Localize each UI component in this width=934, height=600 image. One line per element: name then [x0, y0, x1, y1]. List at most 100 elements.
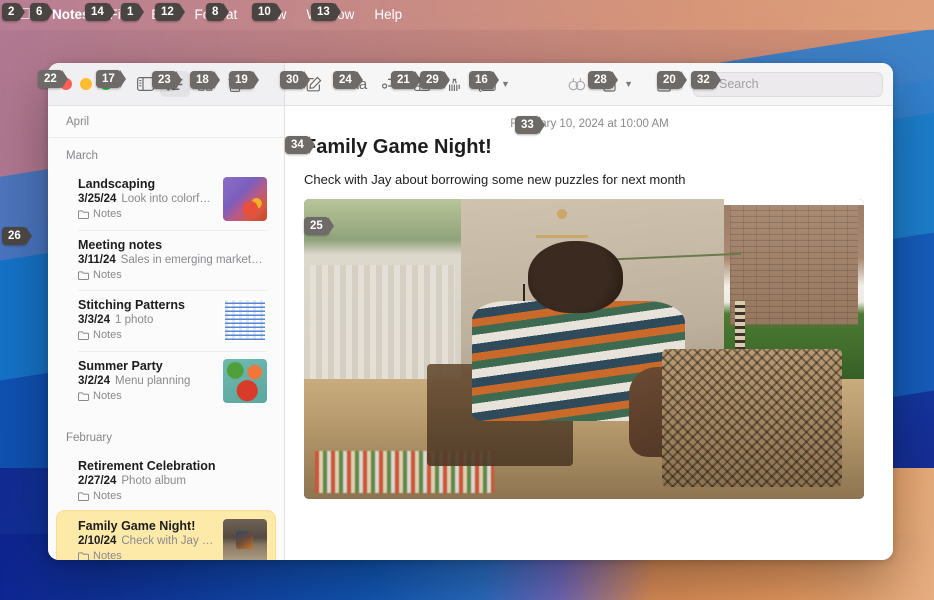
note-preview: 1 photo [114, 314, 154, 326]
note-title: Meeting notes [78, 238, 163, 252]
notes-window: Aa [48, 63, 893, 560]
note-folder-label: Notes [93, 550, 122, 560]
annotation-badge-33: 33 [515, 116, 545, 134]
note-preview: Photo album [121, 475, 186, 487]
note-date: 2/27/24 [78, 475, 117, 487]
note-subtitle: 3/11/24 Sales in emerging markets… [78, 254, 267, 266]
annotation-badge-32: 32 [691, 71, 721, 89]
annotation-badge-14: 14 [85, 3, 115, 21]
annotation-badge-25: 25 [304, 217, 334, 235]
month-header-february: February [66, 432, 113, 444]
annotation-badge-8: 8 [206, 3, 230, 21]
note-date: 3/11/24 [78, 254, 116, 266]
note-item-text: Meeting notes 3/11/24 Sales in emerging m… [78, 238, 267, 281]
folder-icon [78, 551, 89, 560]
note-subtitle: 2/27/24 Photo album [78, 475, 267, 487]
annotation-badge-19: 19 [229, 71, 259, 89]
note-subtitle: 2/10/24 Check with Jay a… [78, 535, 215, 547]
annotation-badge-21: 21 [391, 71, 421, 89]
note-item-text: Family Game Night! 2/10/24 Check with Jay… [78, 519, 215, 560]
photo-brick-wall [729, 205, 859, 325]
list-item[interactable]: Retirement Celebration 2/27/24 Photo albu… [57, 451, 275, 511]
month-header-april: April [48, 106, 284, 138]
list-item[interactable]: Meeting notes 3/11/24 Sales in emerging m… [57, 230, 275, 290]
folder-icon [78, 330, 89, 340]
note-date: 3/25/24 [78, 193, 117, 205]
note-subtitle: 3/2/24 Menu planning [78, 375, 215, 387]
note-title: Retirement Celebration [78, 459, 216, 473]
folder-icon [78, 270, 89, 280]
annotation-badge-26: 26 [2, 227, 32, 245]
annotation-badge-10: 10 [252, 3, 282, 21]
note-folder-label: Notes [93, 329, 122, 341]
menu-item-help[interactable]: Help [364, 0, 412, 30]
photo-dreamcatcher [533, 199, 590, 235]
note-item-text: Landscaping 3/25/24 Look into colorfu… No… [78, 177, 215, 220]
note-thumbnail [223, 298, 267, 342]
note-folder-label: Notes [93, 208, 122, 220]
photo-boy-head [528, 241, 624, 313]
note-timestamp: February 10, 2024 at 10:00 AM [510, 118, 669, 130]
note-item-text: Summer Party 3/2/24 Menu planning Notes [78, 359, 215, 402]
folder-icon [78, 209, 89, 219]
annotation-badge-23: 23 [152, 71, 182, 89]
annotation-badge-34: 34 [285, 136, 315, 154]
notes-list-sidebar[interactable]: April March Landscaping 3/25/24 Look into… [48, 106, 285, 560]
lock-chevron-down-icon[interactable]: ▼ [624, 79, 633, 89]
note-thumbnail [223, 359, 267, 403]
annotation-badge-13: 13 [311, 3, 341, 21]
note-preview: Check with Jay a… [121, 535, 215, 547]
annotation-badge-16: 16 [469, 71, 499, 89]
note-subtitle: 3/3/24 1 photo [78, 314, 215, 326]
note-title: Stitching Patterns [78, 298, 185, 312]
month-header-march: March [66, 150, 98, 162]
list-item[interactable]: Summer Party 3/2/24 Menu planning Notes [57, 351, 275, 412]
annotation-badge-12: 12 [155, 3, 185, 21]
note-date: 3/3/24 [78, 314, 110, 326]
note-folder: Notes [78, 208, 215, 220]
note-subtitle: 3/25/24 Look into colorfu… [78, 193, 215, 205]
list-item-selected[interactable]: Family Game Night! 2/10/24 Check with Jay… [57, 511, 275, 560]
page-title[interactable]: Family Game Night! [286, 136, 893, 159]
note-folder-label: Notes [93, 390, 122, 402]
annotation-badge-30: 30 [280, 71, 310, 89]
annotation-badge-20: 20 [657, 71, 687, 89]
note-date: 2/10/24 [78, 535, 117, 547]
list-item[interactable]: Stitching Patterns 3/3/24 1 photo Notes [57, 290, 275, 351]
note-folder: Notes [78, 550, 215, 560]
note-folder: Notes [78, 490, 267, 502]
note-folder-label: Notes [93, 490, 122, 502]
note-folder: Notes [78, 269, 267, 281]
note-item-text: Stitching Patterns 3/3/24 1 photo Notes [78, 298, 215, 341]
annotation-badge-22: 22 [38, 70, 68, 88]
note-title: Summer Party [78, 359, 163, 373]
annotation-badge-1: 1 [121, 3, 145, 21]
note-editor[interactable]: February 10, 2024 at 10:00 AM Family Gam… [286, 106, 893, 560]
note-preview: Menu planning [114, 375, 191, 387]
annotation-badge-2: 2 [2, 3, 26, 21]
annotation-badge-28: 28 [588, 71, 618, 89]
photo-chair-right [662, 349, 842, 487]
media-chevron-down-icon[interactable]: ▼ [501, 79, 510, 89]
note-attachment-photo[interactable] [304, 199, 864, 499]
minimize-button[interactable] [80, 78, 92, 90]
search-placeholder: Search [719, 77, 759, 91]
list-item[interactable]: Landscaping 3/25/24 Look into colorfu… No… [57, 169, 275, 230]
note-date: 3/2/24 [78, 375, 110, 387]
annotation-badge-6: 6 [30, 3, 54, 21]
search-input[interactable]: Search [693, 71, 883, 97]
annotation-badge-17: 17 [96, 70, 126, 88]
note-folder-label: Notes [93, 269, 122, 281]
photo-wall-ornament [735, 301, 746, 349]
annotation-badge-18: 18 [190, 71, 220, 89]
note-preview: Look into colorfu… [121, 193, 215, 205]
note-title: Family Game Night! [78, 519, 196, 533]
note-folder: Notes [78, 329, 215, 341]
note-body-text[interactable]: Check with Jay about borrowing some new … [286, 159, 893, 199]
note-preview: Sales in emerging markets… [120, 254, 267, 266]
note-thumbnail [223, 519, 267, 560]
note-item-text: Retirement Celebration 2/27/24 Photo albu… [78, 459, 267, 502]
folder-icon [78, 391, 89, 401]
note-thumbnail [223, 177, 267, 221]
annotation-badge-29: 29 [420, 71, 450, 89]
